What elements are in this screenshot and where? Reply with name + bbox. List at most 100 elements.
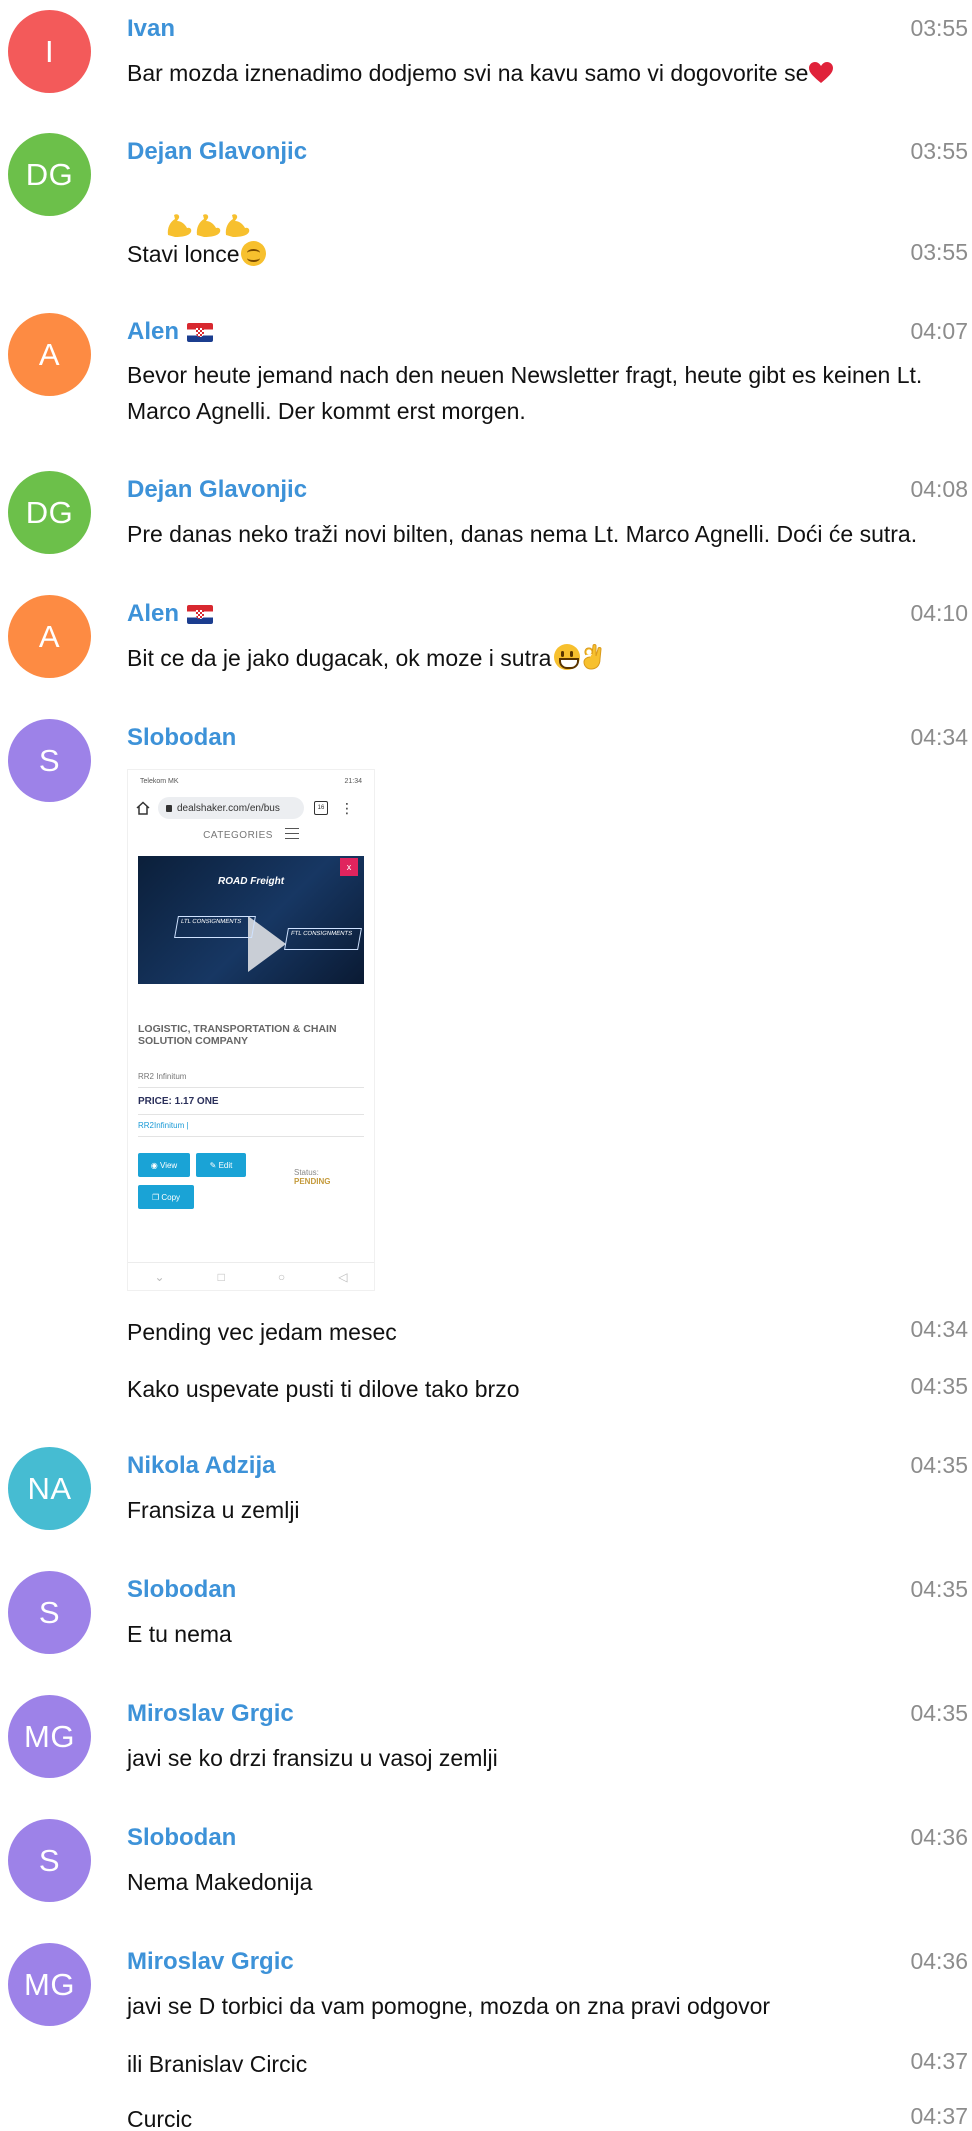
seller-link: RR2Infinitum | xyxy=(138,1121,189,1130)
flexed-biceps-icon xyxy=(168,214,192,237)
deal-price: PRICE: 1.17 ONE xyxy=(138,1096,219,1107)
sender-name[interactable]: Alen xyxy=(127,318,214,346)
copy-label: Copy xyxy=(161,1192,181,1202)
croatia-flag-icon xyxy=(187,322,214,342)
sender-name[interactable]: Dejan Glavonjic xyxy=(127,138,307,166)
message-group-dejan: DG Dejan Glavonjic 04:08 Pre danas neko … xyxy=(0,471,972,581)
edit-button: ✎ Edit xyxy=(196,1153,246,1177)
message-group-ivan: I Ivan 03:55 Bar mozda iznenadimo dodjem… xyxy=(0,10,972,120)
message-text: Nema Makedonija xyxy=(127,1869,313,1895)
message-group-miroslav: MG Miroslav Grgic 04:35 javi se ko drzi … xyxy=(0,1695,972,1805)
avatar[interactable]: A xyxy=(8,313,91,396)
message-text: E tu nema xyxy=(127,1621,232,1647)
avatar[interactable]: A xyxy=(8,595,91,678)
message-text: Bit ce da je jako dugacak, ok moze i sut… xyxy=(127,641,957,675)
deal-banner-image: ROAD Freight x LTL CONSIGNMENTS FTL CONS… xyxy=(138,856,364,984)
message-time: 04:07 xyxy=(910,318,968,344)
avatar[interactable]: DG xyxy=(8,133,91,216)
grinning-face-icon xyxy=(554,644,581,670)
message-text: Stavi lonce xyxy=(127,237,957,271)
sender-name-text: Alen xyxy=(127,318,180,345)
copy-button: ❐ Copy xyxy=(138,1185,194,1209)
clock-label: 21:34 xyxy=(344,777,362,785)
message-time: 04:35 xyxy=(910,1700,968,1726)
message-time: 04:35 xyxy=(910,1576,968,1602)
sender-name[interactable]: Dejan Glavonjic xyxy=(127,476,307,504)
browser-url-bar: dealshaker.com/en/bus 16 ⋮ xyxy=(128,792,374,824)
sender-name[interactable]: Slobodan xyxy=(127,1824,236,1852)
edit-label: Edit xyxy=(218,1160,233,1170)
message-time: 03:55 xyxy=(910,138,968,164)
ok-hand-icon xyxy=(583,644,602,670)
deal-status: Status: PENDING xyxy=(294,1168,330,1186)
carrier-label: Telekom MK xyxy=(140,777,179,785)
sender-name-text: Alen xyxy=(127,600,180,627)
avatar[interactable]: I xyxy=(8,10,91,93)
message-text: Curcic xyxy=(127,2106,193,2131)
back-triangle-icon: ◁ xyxy=(338,1270,348,1284)
view-label: View xyxy=(160,1160,178,1170)
divider xyxy=(138,1114,364,1115)
message-text: ili Branislav Circic xyxy=(127,2051,308,2077)
phone-status-bar: Telekom MK 21:34 xyxy=(128,770,374,792)
message-group-dejan: DG Dejan Glavonjic 03:55 Stavi lonce 03:… xyxy=(0,133,972,283)
sender-name[interactable]: Ivan xyxy=(127,15,175,43)
message-time: 04:34 xyxy=(910,1316,968,1342)
avatar[interactable]: S xyxy=(8,1571,91,1654)
message-continuation: Pending vec jedam mesec 04:34 xyxy=(0,1315,972,1355)
pencil-icon: ✎ xyxy=(209,1160,219,1170)
message-time: 04:36 xyxy=(910,1824,968,1850)
croatia-flag-icon xyxy=(187,604,214,624)
more-vert-icon: ⋮ xyxy=(340,800,354,816)
message-text: Pre danas neko traži novi bilten, danas … xyxy=(127,521,918,547)
message-text: Bevor heute jemand nach den neuen Newsle… xyxy=(127,362,929,424)
categories-label: CATEGORIES xyxy=(203,830,273,841)
message-text: javi se ko drzi fransizu u vasoj zemlji xyxy=(127,1745,498,1771)
sender-name[interactable]: Slobodan xyxy=(127,1576,236,1604)
message-time: 04:34 xyxy=(910,724,968,750)
message-text: Fransiza u zemlji xyxy=(127,1497,300,1523)
copy-icon: ❐ xyxy=(151,1192,162,1202)
flexed-biceps-icon xyxy=(197,214,221,237)
sender-name[interactable]: Miroslav Grgic xyxy=(127,1948,294,1976)
close-icon: x xyxy=(340,858,358,876)
message-time: 04:37 xyxy=(910,2103,968,2129)
message-text-content: Bar mozda iznenadimo dodjemo svi na kavu… xyxy=(127,60,809,86)
message-text: Kako uspevate pusti ti dilove tako brzo xyxy=(127,1376,520,1402)
eye-icon: ◉ xyxy=(150,1160,160,1170)
seller-name: RR2 Infinitum xyxy=(138,1072,187,1081)
avatar[interactable]: S xyxy=(8,719,91,802)
avatar[interactable]: NA xyxy=(8,1447,91,1530)
circle-icon: ○ xyxy=(277,1270,286,1284)
message-continuation: Curcic 04:37 xyxy=(0,2102,972,2131)
message-group-slobodan: S Slobodan 04:35 E tu nema xyxy=(0,1571,972,1681)
divider xyxy=(138,1087,364,1088)
status-value: PENDING xyxy=(294,1177,331,1186)
sender-name[interactable]: Slobodan xyxy=(127,724,236,752)
sender-name[interactable]: Alen xyxy=(127,600,214,628)
chat-message-list[interactable]: I Ivan 03:55 Bar mozda iznenadimo dodjem… xyxy=(0,0,972,2131)
message-group-slobodan: S Slobodan 04:36 Nema Makedonija xyxy=(0,1819,972,1929)
chevron-down-icon: ⌄ xyxy=(154,1270,165,1284)
red-heart-icon xyxy=(809,62,834,83)
avatar[interactable]: S xyxy=(8,1819,91,1902)
message-time: 04:08 xyxy=(910,476,968,502)
message-time: 04:36 xyxy=(910,1948,968,1974)
avatar[interactable]: MG xyxy=(8,1943,91,2026)
avatar[interactable]: MG xyxy=(8,1695,91,1778)
smiling-face-icon xyxy=(240,241,266,266)
message-text: Bar mozda iznenadimo dodjemo svi na kavu… xyxy=(127,56,957,90)
deal-heading: LOGISTIC, TRANSPORTATION & CHAIN SOLUTIO… xyxy=(138,1023,337,1047)
square-icon: □ xyxy=(217,1270,225,1284)
photo-attachment[interactable]: Telekom MK 21:34 dealshaker.com/en/bus 1… xyxy=(127,769,375,1291)
avatar[interactable]: DG xyxy=(8,471,91,554)
message-time: 04:35 xyxy=(910,1452,968,1478)
message-text: Pending vec jedam mesec xyxy=(127,1319,397,1345)
sender-name[interactable]: Miroslav Grgic xyxy=(127,1700,294,1728)
message-text-content: Stavi lonce xyxy=(127,241,240,267)
message-time: 03:55 xyxy=(910,239,968,265)
status-label: Status: xyxy=(294,1168,319,1177)
message-time: 04:10 xyxy=(910,600,968,626)
sender-name[interactable]: Nikola Adzija xyxy=(127,1452,275,1480)
message-time: 04:35 xyxy=(910,1373,968,1399)
